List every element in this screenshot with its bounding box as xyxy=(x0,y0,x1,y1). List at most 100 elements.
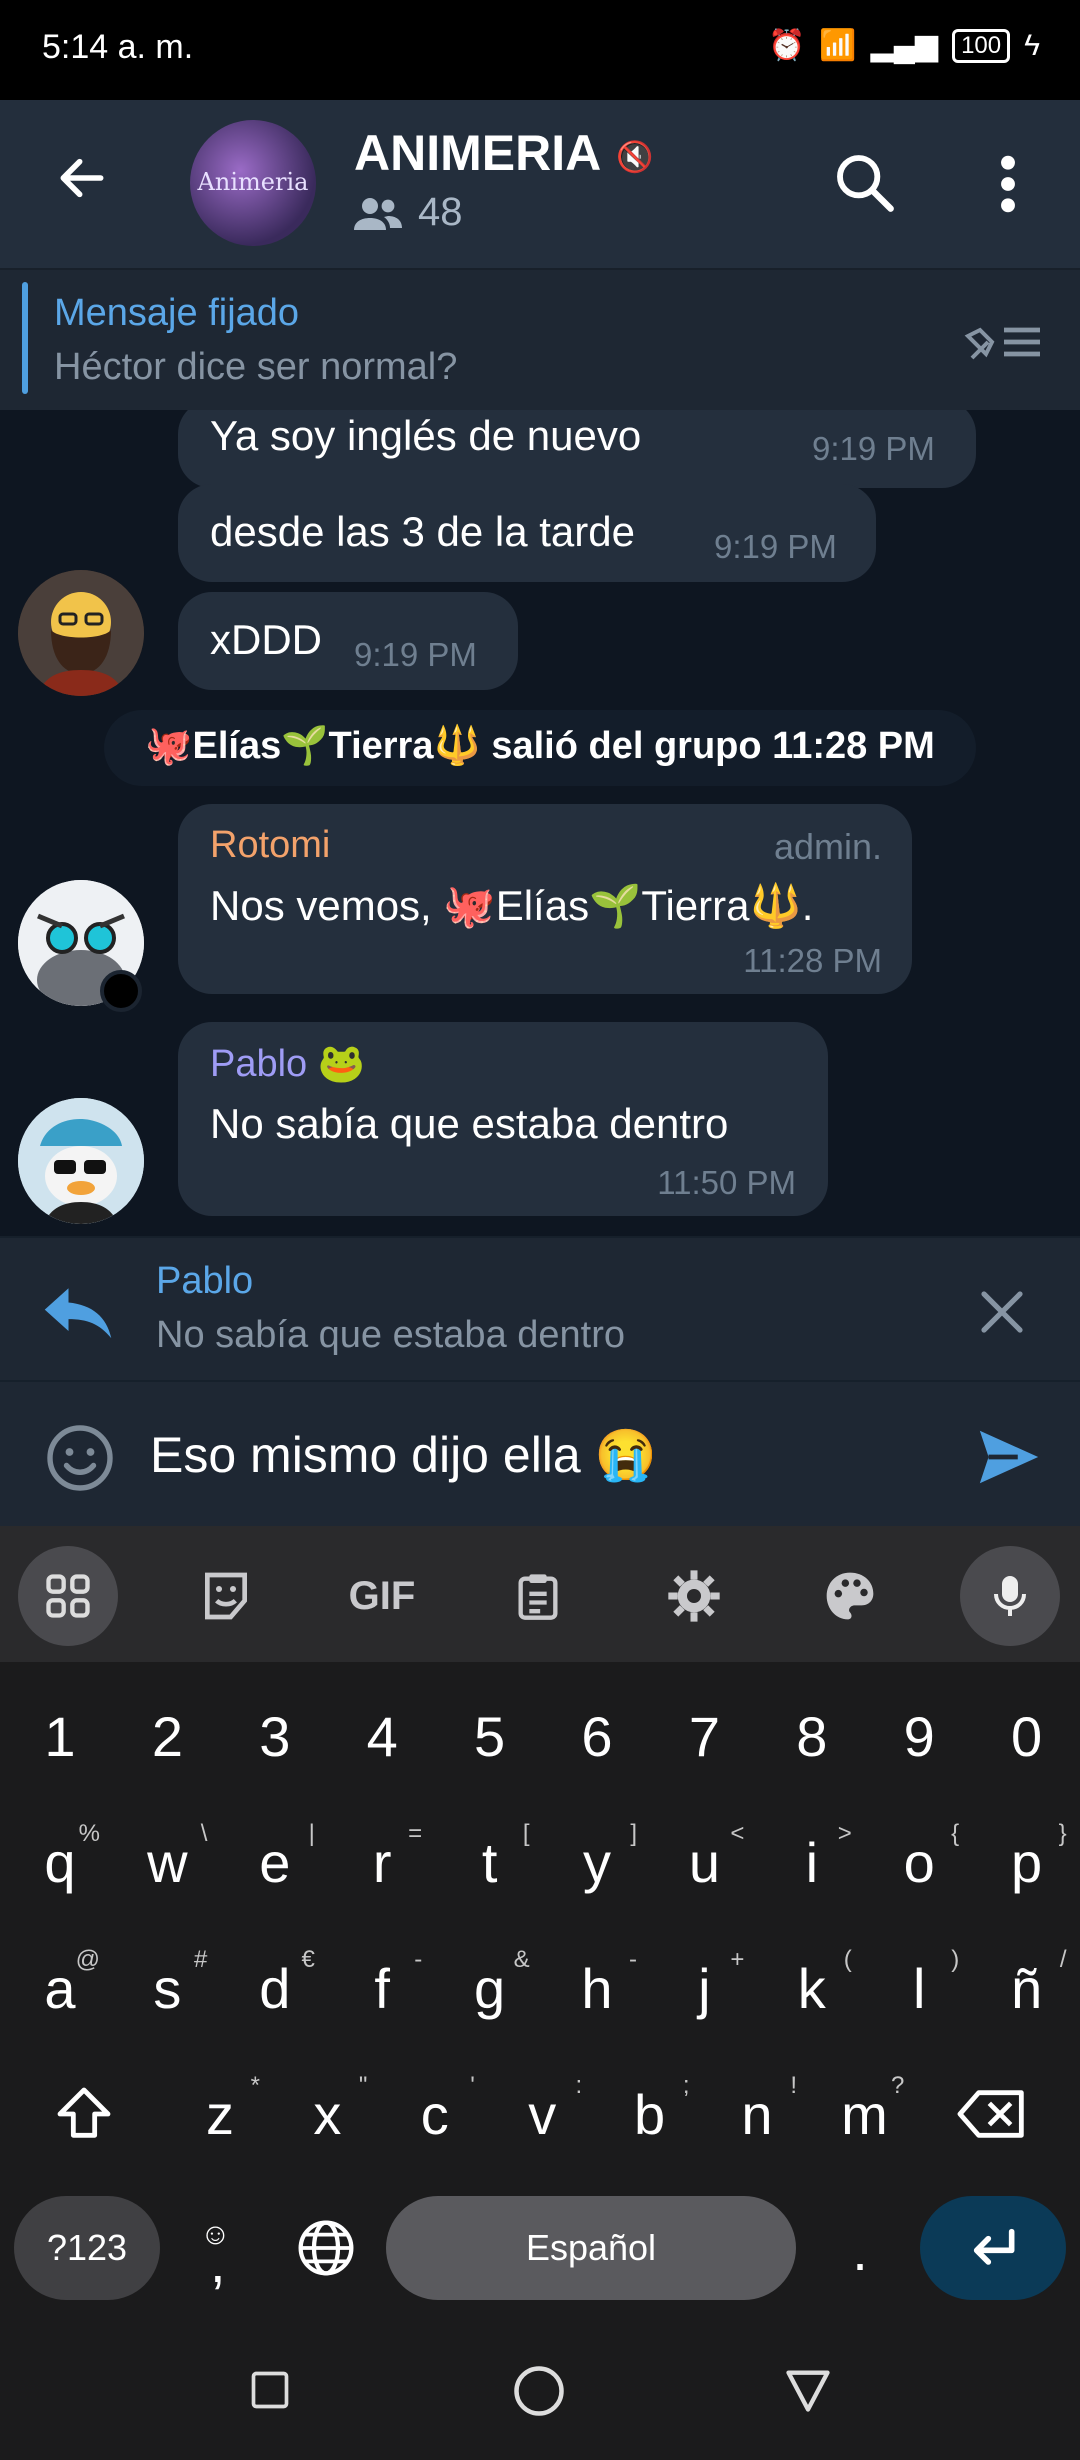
back-arrow-icon[interactable] xyxy=(54,150,110,206)
clipboard-icon[interactable] xyxy=(488,1546,588,1646)
backspace-key[interactable] xyxy=(938,2060,1046,2170)
chat-area[interactable]: Ya soy inglés de nuevo 9:19 PM desde las… xyxy=(0,410,1080,1236)
message-sender[interactable]: Pablo 🐸 xyxy=(210,1042,365,1086)
key-secondary-label: < xyxy=(730,1820,745,1847)
key-label: t xyxy=(481,1831,498,1894)
settings-gear-icon[interactable] xyxy=(644,1546,744,1646)
shift-key[interactable] xyxy=(30,2060,138,2170)
comma-emoji-key[interactable]: ☺ , xyxy=(170,2196,270,2306)
key-z[interactable]: z * xyxy=(166,2060,274,2170)
message-input[interactable]: Eso mismo dijo ella 😭 xyxy=(150,1426,657,1485)
key-p[interactable]: p} xyxy=(973,1808,1080,1918)
key-label: 1 xyxy=(44,1705,76,1768)
key-secondary-label: @ xyxy=(75,1946,100,1973)
message-bubble[interactable]: Ya soy inglés de nuevo 9:19 PM xyxy=(178,410,976,488)
home-icon[interactable] xyxy=(512,2364,566,2418)
key-label: 5 xyxy=(474,1705,506,1768)
message-bubble[interactable]: Pablo 🐸 No sabía que estaba dentro 11:50… xyxy=(178,1022,828,1216)
key-8[interactable]: 8 xyxy=(758,1682,866,1792)
key-t[interactable]: t[ xyxy=(436,1808,544,1918)
key-g[interactable]: g & xyxy=(436,1934,544,2044)
key-k[interactable]: k( xyxy=(758,1934,866,2044)
key-9[interactable]: 9 xyxy=(865,1682,973,1792)
key-3[interactable]: 3 xyxy=(221,1682,329,1792)
more-menu-icon[interactable] xyxy=(996,152,1020,216)
message-sender[interactable]: Rotomi xyxy=(210,824,330,867)
key-m[interactable]: m? xyxy=(810,2060,918,2170)
emoji-icon[interactable] xyxy=(44,1422,116,1494)
key-w[interactable]: w \ xyxy=(113,1808,221,1918)
key-label: p xyxy=(1011,1831,1043,1894)
key-secondary-label: { xyxy=(951,1820,960,1847)
apps-grid-icon[interactable] xyxy=(18,1546,118,1646)
key-secondary-label: ? xyxy=(891,2072,905,2099)
send-icon[interactable] xyxy=(974,1422,1044,1492)
avatar[interactable] xyxy=(18,570,144,696)
key-label: b xyxy=(634,2083,666,2146)
microphone-icon[interactable] xyxy=(960,1546,1060,1646)
recents-icon[interactable] xyxy=(248,2368,292,2412)
message-text: No sabía que estaba dentro xyxy=(210,1100,729,1147)
key-label: f xyxy=(374,1957,390,2020)
key-0[interactable]: 0 xyxy=(973,1682,1080,1792)
message-bubble[interactable]: desde las 3 de la tarde 9:19 PM xyxy=(178,484,876,582)
key-a[interactable]: a @ xyxy=(6,1934,114,2044)
key-7[interactable]: 7 xyxy=(650,1682,758,1792)
key-1[interactable]: 1 xyxy=(6,1682,114,1792)
keyboard-toolbar: GIF xyxy=(0,1526,1080,1662)
key-e[interactable]: e | xyxy=(221,1808,329,1918)
pinned-message-bar[interactable]: Mensaje fijado Héctor dice ser normal? xyxy=(0,268,1080,412)
key-ñ[interactable]: ñ / xyxy=(973,1934,1080,2044)
message-text: xDDD xyxy=(210,616,322,663)
key-n[interactable]: n! xyxy=(703,2060,811,2170)
search-icon[interactable] xyxy=(832,150,896,214)
message-time: 11:28 PM xyxy=(743,942,882,979)
key-label: g xyxy=(474,1957,506,2020)
key-secondary-label: & xyxy=(513,1946,530,1973)
key-v[interactable]: v: xyxy=(488,2060,596,2170)
key-secondary-label: * xyxy=(250,2072,260,2099)
key-o[interactable]: o{ xyxy=(865,1808,973,1918)
key-q[interactable]: q% xyxy=(6,1808,114,1918)
key-label: q xyxy=(44,1831,76,1894)
key-c[interactable]: c ' xyxy=(381,2060,489,2170)
pinned-text: Héctor dice ser normal? xyxy=(54,346,458,388)
avatar[interactable] xyxy=(18,1098,144,1224)
message-bubble[interactable]: xDDD 9:19 PM xyxy=(178,592,518,690)
key-f[interactable]: f- xyxy=(328,1934,436,2044)
key-b[interactable]: b; xyxy=(596,2060,704,2170)
key-6[interactable]: 6 xyxy=(543,1682,651,1792)
key-u[interactable]: u < xyxy=(650,1808,758,1918)
palette-icon[interactable] xyxy=(800,1546,900,1646)
key-2[interactable]: 2 xyxy=(113,1682,221,1792)
key-l[interactable]: l) xyxy=(865,1934,973,2044)
group-title[interactable]: ANIMERIA xyxy=(354,124,601,182)
globe-icon[interactable] xyxy=(272,2196,380,2306)
message-bubble[interactable]: Rotomi admin. Nos vemos, 🐙Elías🌱Tierra🔱.… xyxy=(178,804,912,994)
enter-key[interactable] xyxy=(920,2196,1066,2300)
key-h[interactable]: h- xyxy=(543,1934,651,2044)
close-icon[interactable] xyxy=(978,1288,1026,1336)
key-5[interactable]: 5 xyxy=(436,1682,544,1792)
chat-header: Animeria ANIMERIA 🔇 48 xyxy=(0,100,1080,268)
key-secondary-label: " xyxy=(358,2072,368,2099)
key-4[interactable]: 4 xyxy=(328,1682,436,1792)
key-x[interactable]: x " xyxy=(273,2060,381,2170)
key-label: ñ xyxy=(1011,1957,1043,2020)
key-label: m xyxy=(841,2083,888,2146)
key-label: u xyxy=(688,1831,720,1894)
key-y[interactable]: y] xyxy=(543,1808,651,1918)
pinned-list-icon[interactable] xyxy=(964,318,1044,366)
back-triangle-icon[interactable] xyxy=(782,2364,834,2416)
space-bar[interactable]: Español xyxy=(386,2196,796,2300)
key-i[interactable]: i > xyxy=(758,1808,866,1918)
key-r[interactable]: r = xyxy=(328,1808,436,1918)
group-avatar[interactable]: Animeria xyxy=(190,120,316,246)
symbols-key[interactable]: ?123 xyxy=(14,2196,160,2300)
key-d[interactable]: d € xyxy=(221,1934,329,2044)
gif-button[interactable]: GIF xyxy=(332,1546,432,1646)
sticker-icon[interactable] xyxy=(176,1546,276,1646)
period-key[interactable]: . xyxy=(810,2196,910,2306)
key-s[interactable]: s # xyxy=(113,1934,221,2044)
key-j[interactable]: j + xyxy=(650,1934,758,2044)
